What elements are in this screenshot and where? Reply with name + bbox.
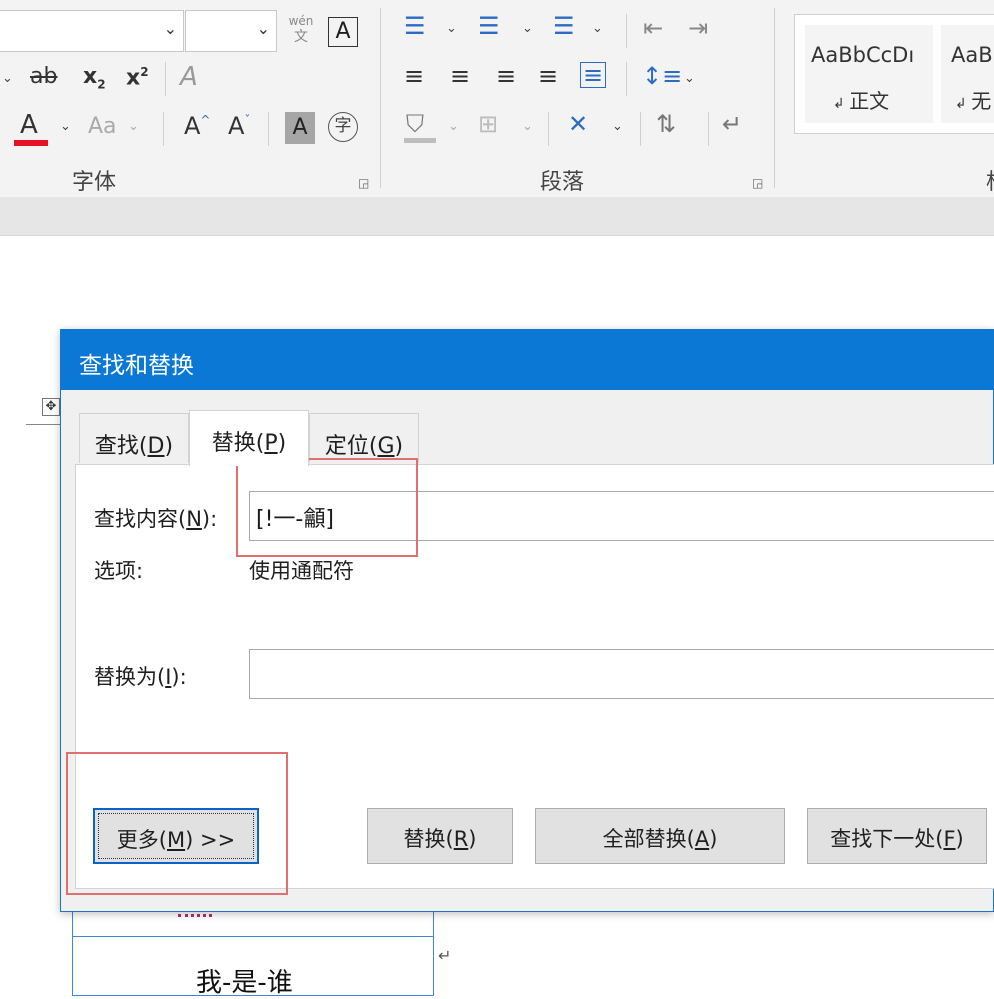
distributed-icon[interactable]: ≡: [580, 62, 607, 88]
justify-icon[interactable]: ≡: [538, 64, 558, 88]
chevron-down-icon[interactable]: ⌄: [2, 72, 13, 85]
chevron-down-icon: ⌄: [163, 19, 177, 38]
replace-with-input[interactable]: [249, 649, 994, 699]
shrink-font-button[interactable]: Aˇ: [228, 114, 250, 138]
chevron-down-icon[interactable]: ⌄: [522, 120, 533, 133]
cell-text: 我-是-谁: [196, 968, 293, 998]
chevron-down-icon[interactable]: ⌄: [592, 22, 603, 35]
chevron-down-icon: ⌄: [256, 19, 270, 38]
numbering-icon[interactable]: ☰: [478, 14, 500, 38]
caret-down-icon: ˇ: [244, 113, 251, 127]
end-of-row-mark-icon: ↵: [438, 946, 452, 965]
ribbon-divider: [165, 62, 166, 96]
dialog-title: 查找和替换: [79, 353, 194, 379]
decrease-indent-icon[interactable]: ⇤: [643, 16, 663, 40]
ribbon-divider: [380, 8, 381, 188]
ribbon-bottom-strip: [0, 197, 994, 236]
align-center-icon[interactable]: ≡: [450, 64, 470, 88]
dialog-launcher-icon[interactable]: ◲: [752, 176, 763, 190]
styles-gallery: AaBbCcDı ↲ 正文 AaB ↲ 无: [794, 14, 994, 134]
borders-icon[interactable]: ⊞: [478, 112, 498, 136]
chevron-down-icon[interactable]: ⌄: [522, 22, 533, 35]
replace-button[interactable]: 替换(R): [367, 808, 513, 864]
chevron-down-icon[interactable]: ⌄: [448, 120, 459, 133]
ribbon-divider: [626, 14, 627, 48]
find-what-input[interactable]: [!一-龥]: [249, 491, 994, 541]
replace-all-button[interactable]: 全部替换(A): [535, 808, 785, 864]
style-no-spacing[interactable]: AaB ↲ 无: [941, 25, 994, 123]
find-next-button[interactable]: 查找下一处(F): [807, 808, 987, 864]
char-border-button[interactable]: A: [328, 17, 358, 47]
font-name-combo[interactable]: ⌄: [0, 10, 184, 52]
more-button[interactable]: 更多(M) >>: [93, 808, 259, 864]
ribbon-divider: [640, 112, 641, 146]
options-label: 选项:: [94, 559, 144, 583]
grow-font-button[interactable]: A^: [184, 114, 210, 138]
ribbon-divider: [548, 112, 549, 146]
char-shading-button[interactable]: A: [285, 112, 315, 144]
paragraph-mark-icon: ↲: [833, 96, 850, 112]
clear-format-icon[interactable]: A: [180, 64, 198, 90]
styles-group-label: 柞: [986, 164, 994, 196]
chevron-down-icon[interactable]: ⌄: [446, 22, 457, 35]
bullets-icon[interactable]: ☰: [404, 14, 426, 38]
dialog-titlebar[interactable]: 查找和替换: [61, 330, 993, 390]
tab-replace[interactable]: 替换(P): [189, 410, 309, 466]
text-direction-icon[interactable]: ✕: [568, 112, 588, 136]
options-value: 使用通配符: [249, 559, 354, 583]
font-size-combo[interactable]: ⌄: [185, 10, 277, 52]
chevron-down-icon[interactable]: ⌄: [60, 120, 71, 133]
shading-swatch: [404, 138, 436, 143]
multilevel-list-icon[interactable]: ☰: [553, 14, 575, 38]
ribbon-divider: [163, 112, 164, 146]
change-case-button[interactable]: Aa: [88, 116, 117, 138]
strikethrough-button[interactable]: ab: [30, 66, 57, 88]
line-spacing-icon[interactable]: ↕≡: [642, 64, 682, 88]
sort-icon[interactable]: ⇅: [656, 112, 676, 136]
font-group-label: 字体: [72, 170, 117, 195]
dialog-launcher-icon[interactable]: ◲: [358, 176, 369, 190]
style-normal[interactable]: AaBbCcDı ↲ 正文: [805, 25, 933, 123]
ribbon: ⌄ ⌄ wén 文 A ⌄ ab x2 x2 A A ⌄ Aa ⌄ A^ Aˇ …: [0, 0, 994, 197]
show-marks-icon[interactable]: ↵: [722, 112, 742, 136]
phonetic-guide-button[interactable]: wén 文: [285, 14, 317, 50]
chevron-down-icon[interactable]: ⌄: [684, 72, 695, 85]
find-what-label: 查找内容(N):: [94, 507, 218, 531]
table-move-handle-icon[interactable]: ✥: [42, 398, 60, 416]
align-left-icon[interactable]: ≡: [404, 64, 424, 88]
find-replace-dialog: 查找和替换 查找(D) 替换(P) 定位(G) 查找内容(N): [!一-龥] …: [60, 329, 994, 912]
superscript-button[interactable]: x2: [126, 66, 149, 89]
shading-icon[interactable]: ⛉: [406, 112, 424, 136]
chevron-down-icon[interactable]: ⌄: [612, 120, 623, 133]
tab-goto[interactable]: 定位(G): [309, 413, 419, 463]
paragraph-group-label: 段落: [540, 170, 585, 195]
ribbon-divider: [708, 112, 709, 146]
font-color-swatch: [14, 140, 48, 146]
enclose-char-button[interactable]: 字: [328, 112, 358, 142]
tab-find[interactable]: 查找(D): [79, 413, 189, 463]
paragraph-mark-icon: ↲: [955, 96, 972, 112]
align-right-icon[interactable]: ≡: [496, 64, 516, 88]
replace-with-label: 替换为(I):: [94, 665, 187, 689]
increase-indent-icon[interactable]: ⇥: [688, 16, 708, 40]
ribbon-divider: [268, 112, 269, 146]
chevron-down-icon[interactable]: ⌄: [128, 120, 139, 133]
caret-up-icon: ^: [200, 113, 211, 127]
ribbon-divider: [774, 8, 775, 188]
font-color-button[interactable]: A: [14, 110, 48, 146]
subscript-button[interactable]: x2: [83, 66, 106, 91]
ribbon-divider: [626, 62, 627, 96]
